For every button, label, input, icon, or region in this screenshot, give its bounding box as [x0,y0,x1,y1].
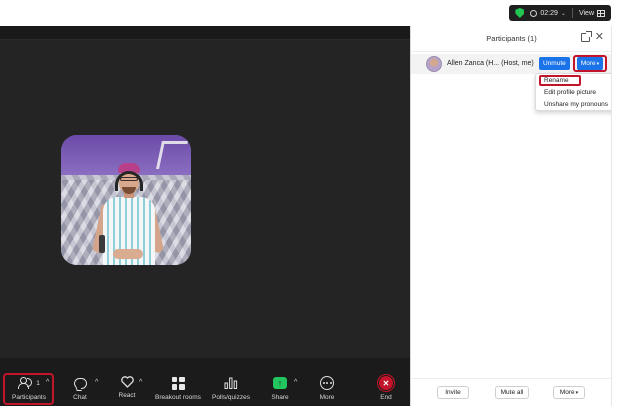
chat-icon [73,377,87,389]
more-dots-icon [320,376,334,390]
clock-icon [530,9,538,17]
invite-button[interactable]: Invite [437,386,469,399]
unmute-button[interactable]: Unmute [539,57,570,70]
more-label: More [319,394,335,401]
react-heart-icon [120,376,134,388]
react-button[interactable]: React [112,358,142,406]
grid-view-icon [597,9,605,17]
participant-name: Allen Zanca (H... (Host, me) [447,60,534,67]
more-button-highlight [573,55,607,72]
participants-highlight [3,373,54,405]
popout-icon[interactable] [581,31,592,42]
close-icon[interactable]: ✕ [595,30,604,43]
microphone [99,235,105,253]
react-caret-icon[interactable]: ^ [139,379,142,386]
breakout-rooms-icon [171,376,185,390]
headset-icon [115,171,143,191]
participant-video-tile[interactable] [61,135,191,265]
meeting-toolbar: 1 Participants ^ Chat ^ React ^ Breakout… [0,358,410,406]
breakout-rooms-button[interactable]: Breakout rooms [152,358,204,406]
footer-more-button[interactable]: More ▾ [553,386,585,399]
panel-edge [611,26,623,406]
mute-all-button[interactable]: Mute all [495,386,529,399]
chat-button[interactable]: Chat [66,358,94,406]
divider [571,8,573,18]
share-label: Share [271,394,289,401]
end-ring [377,374,395,392]
panel-header: Participants (1) ✕ [411,26,612,52]
participant-person [91,163,165,265]
participant-row[interactable]: Allen Zanca (H... (Host, me) Unmute More… [411,54,612,74]
view-label: View [578,9,594,17]
meeting-area [0,40,410,358]
more-button[interactable]: More [314,358,340,406]
avatar [426,56,442,72]
end-button[interactable]: ✕ End [374,358,398,406]
timer-text: 02:29 [540,9,558,17]
meeting-timer[interactable]: 02:29 ⌄ [530,9,566,17]
security-shield-icon[interactable] [515,8,525,18]
footer-more-label: More [559,389,575,396]
share-button[interactable]: ↑ Share [268,358,292,406]
meeting-top-bar [0,26,410,40]
panel-footer: Invite Mute all More ▾ [411,378,612,406]
end-label: End [380,394,392,401]
menu-item-unshare-pronouns[interactable]: Unshare my pronouns [544,101,608,108]
share-arrow-icon: ↑ [273,377,287,389]
chevron-down-icon: ⌄ [560,10,566,17]
share-caret-icon[interactable]: ^ [294,379,297,386]
participants-panel: Participants (1) ✕ Allen Zanca (H... (Ho… [410,26,617,406]
status-cluster: 02:29 ⌄ View [509,5,611,21]
chevron-down-icon: ▾ [575,389,579,396]
polls-chart-icon [224,376,238,390]
rename-highlight [539,75,581,86]
chat-label: Chat [73,394,87,401]
view-button[interactable]: View [578,9,605,17]
chat-caret-icon[interactable]: ^ [95,379,98,386]
polls-button[interactable]: Polls/quizzes [208,358,254,406]
status-area: 02:29 ⌄ View [410,0,623,26]
person-hands [113,249,143,259]
polls-label: Polls/quizzes [212,394,250,401]
participant-menu: Rename Edit profile picture Unshare my p… [535,73,617,111]
breakout-rooms-label: Breakout rooms [155,394,201,401]
react-label: React [118,392,136,399]
menu-item-edit-profile-picture[interactable]: Edit profile picture [544,89,596,96]
